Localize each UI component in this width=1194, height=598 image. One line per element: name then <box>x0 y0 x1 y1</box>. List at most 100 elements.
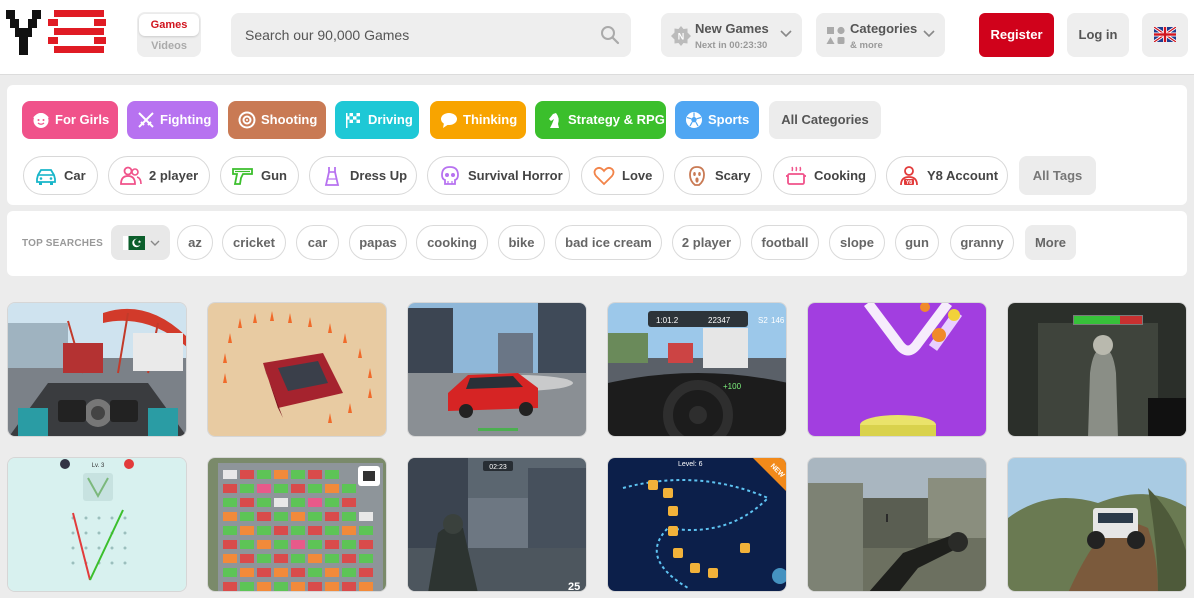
account-icon: Y8 <box>900 166 918 186</box>
new-badge-icon: N <box>671 26 691 46</box>
ammo-count: 25 <box>568 581 580 592</box>
skull-icon <box>441 166 459 185</box>
dress-icon <box>324 167 340 186</box>
tag-scary[interactable]: Scary <box>674 156 762 195</box>
new-games-button[interactable]: N New Games Next in 00:23:30 <box>661 13 802 57</box>
all-tags-button[interactable]: All Tags <box>1019 156 1096 195</box>
chevron-down-icon <box>150 240 160 246</box>
soccer-ball-icon <box>686 112 702 128</box>
gun-icon <box>232 168 253 185</box>
granny-horror-thumbnail[interactable] <box>1007 302 1187 437</box>
all-categories-button[interactable]: All Categories <box>769 101 881 139</box>
hud-bonus: +100 <box>723 382 742 391</box>
category-label: Fighting <box>160 112 212 127</box>
soldier-shooter-thumbnail[interactable]: 02:23 25 <box>407 457 587 592</box>
svg-text:N: N <box>678 32 685 42</box>
girl-face-icon <box>33 113 49 128</box>
country-select[interactable] <box>111 225 170 260</box>
top-search-chip[interactable]: bad ice cream <box>555 225 662 260</box>
more-searches-button[interactable]: More <box>1025 225 1076 260</box>
category-label: Driving <box>368 112 413 127</box>
top-search-chip[interactable]: cooking <box>416 225 488 260</box>
hud-score: 22347 <box>708 316 731 325</box>
tag-label: Scary <box>715 168 751 183</box>
category-label: Thinking <box>463 112 518 127</box>
category-sports[interactable]: Sports <box>675 101 759 139</box>
tag-label: Car <box>64 168 86 183</box>
games-mode-button[interactable]: Games <box>139 14 199 36</box>
category-fighting[interactable]: Fighting <box>127 101 218 139</box>
category-label: Shooting <box>261 112 318 127</box>
top-search-chip[interactable]: bike <box>498 225 545 260</box>
search-input[interactable] <box>231 13 591 57</box>
tag-dress-up[interactable]: Dress Up <box>309 156 417 195</box>
category-for-girls[interactable]: For Girls <box>22 101 118 139</box>
tag-label: Survival Horror <box>468 168 563 183</box>
car-icon <box>36 169 56 185</box>
register-button[interactable]: Register <box>979 13 1054 57</box>
parking-jam-thumbnail[interactable] <box>207 457 387 592</box>
tag-cooking[interactable]: Cooking <box>773 156 876 195</box>
car-interior-traffic-thumbnail[interactable]: 1:01.2 22347 S2 146 +100 <box>607 302 787 437</box>
new-games-countdown: Next in 00:23:30 <box>695 40 768 51</box>
uk-flag-icon <box>1154 27 1176 42</box>
category-label: Strategy & RPG <box>568 112 665 127</box>
tag-gun[interactable]: Gun <box>220 156 299 195</box>
svg-text:Y8: Y8 <box>906 180 912 186</box>
two-people-icon <box>120 166 142 185</box>
categories-subtitle: & more <box>850 40 883 51</box>
tag-label: Love <box>622 168 653 183</box>
categories-button[interactable]: Categories & more <box>816 13 945 57</box>
tag-car[interactable]: Car <box>23 156 98 195</box>
puzzle-level: Lv. 3 <box>92 463 105 469</box>
tag-label: Cooking <box>814 168 866 183</box>
language-button[interactable] <box>1142 13 1188 57</box>
offroad-truck-thumbnail[interactable] <box>1007 457 1187 592</box>
top-search-chip[interactable]: papas <box>349 225 407 260</box>
top-searches-label: TOP SEARCHES <box>22 238 103 249</box>
car-parking-cones-thumbnail[interactable] <box>207 302 387 437</box>
sniper-rifle-thumbnail[interactable] <box>807 457 987 592</box>
login-button[interactable]: Log in <box>1067 13 1129 57</box>
categories-title: Categories <box>850 21 918 36</box>
new-games-title: New Games <box>695 21 769 36</box>
top-search-chip[interactable]: football <box>751 225 819 260</box>
tag-label: Gun <box>261 168 287 183</box>
grid-shapes-icon <box>826 26 845 44</box>
space-bubble-thumbnail[interactable]: Level: 6 NEW <box>607 457 787 592</box>
games-videos-switch: Games Videos <box>137 12 201 57</box>
chess-knight-icon <box>549 113 559 128</box>
game-timer: 02:23 <box>489 464 507 471</box>
hud-gear: S2 <box>758 316 768 325</box>
search-box <box>231 13 631 57</box>
top-search-chip[interactable]: slope <box>829 225 885 260</box>
category-driving[interactable]: Driving <box>335 101 419 139</box>
tag-2-player[interactable]: 2 player <box>108 156 210 195</box>
speech-bubble-icon <box>441 113 457 128</box>
motorbike-highway-thumbnail[interactable] <box>7 302 187 437</box>
tag-survival-horror[interactable]: Survival Horror <box>427 156 570 195</box>
top-search-chip[interactable]: cricket <box>222 225 286 260</box>
hud-speed: 146 <box>771 316 785 325</box>
top-search-chip[interactable]: granny <box>950 225 1014 260</box>
category-shooting[interactable]: Shooting <box>228 101 326 139</box>
search-icon[interactable] <box>599 24 621 46</box>
top-search-chip[interactable]: gun <box>895 225 939 260</box>
chevron-down-icon <box>923 30 935 38</box>
category-thinking[interactable]: Thinking <box>430 101 526 139</box>
top-search-chip[interactable]: az <box>177 225 213 260</box>
line-puzzle-thumbnail[interactable]: Lv. 3 <box>7 457 187 592</box>
tag-y8-account[interactable]: Y8 Y8 Account <box>886 156 1008 195</box>
helix-ball-thumbnail[interactable] <box>807 302 987 437</box>
tag-label: Dress Up <box>350 168 408 183</box>
crossed-swords-icon <box>138 112 154 128</box>
videos-mode-button[interactable]: Videos <box>139 37 199 55</box>
top-search-chip[interactable]: 2 player <box>672 225 741 260</box>
category-strategy-rpg[interactable]: Strategy & RPG <box>535 101 666 139</box>
top-search-chip[interactable]: car <box>296 225 339 260</box>
y8-logo[interactable] <box>6 10 110 60</box>
top-header: Games Videos N New Games Next in 00:23:3… <box>0 0 1194 75</box>
category-label: For Girls <box>55 112 110 127</box>
drift-car-city-thumbnail[interactable] <box>407 302 587 437</box>
tag-love[interactable]: Love <box>581 156 664 195</box>
